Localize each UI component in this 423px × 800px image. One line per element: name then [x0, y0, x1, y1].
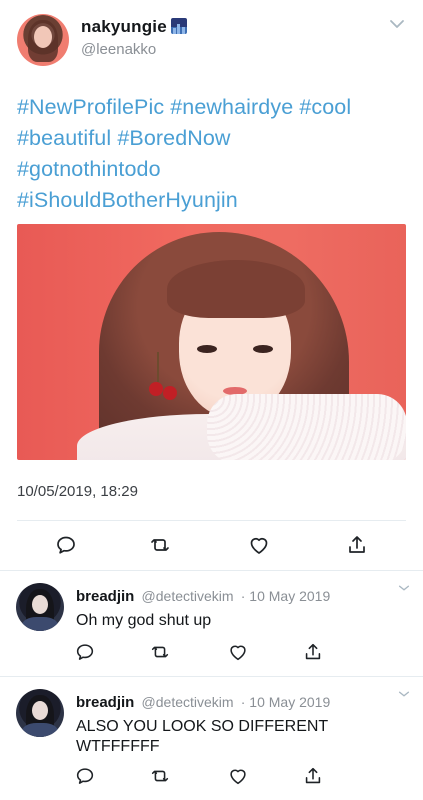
photo-eye [197, 345, 217, 353]
photo-cherry [149, 382, 163, 396]
hashtag-line[interactable]: #iShouldBotherHyunjin [17, 185, 412, 216]
avatar-face [32, 701, 48, 720]
retweet-icon[interactable] [148, 533, 172, 557]
name-row: nakyungie [81, 17, 187, 37]
reply-date: · 10 May 2019 [240, 694, 331, 710]
reply-handle[interactable]: @detectivekim [142, 588, 234, 604]
reply-display-name[interactable]: breadjin [76, 694, 134, 711]
chevron-down-icon[interactable] [389, 16, 405, 32]
reply-icon[interactable] [74, 765, 96, 787]
reply-avatar[interactable] [16, 583, 64, 631]
reply-icon[interactable] [54, 533, 78, 557]
reply-text: Oh my god shut up [76, 612, 212, 629]
avatar-face [32, 595, 48, 614]
reply-text: ALSO YOU LOOK SO DIFFERENT WTFFFFFF [76, 718, 328, 755]
photo-cherry-stem [157, 352, 159, 382]
like-icon[interactable] [227, 765, 249, 787]
retweet-icon[interactable] [149, 765, 171, 787]
reply-meta: breadjin @detectivekim · 10 May 2019 [76, 588, 330, 605]
share-icon[interactable] [302, 641, 324, 663]
main-tweet: nakyungie @leenakko #NewProfilePic #newh… [0, 0, 423, 570]
avatar-face [34, 26, 52, 48]
tweet-timestamp[interactable]: 10/05/2019, 18:29 [17, 483, 138, 500]
divider [17, 520, 406, 521]
reply-tweet: breadjin @detectivekim · 10 May 2019 ALS… [0, 679, 423, 800]
hashtag-line[interactable]: #beautiful #BoredNow [17, 123, 412, 154]
avatar-shoulders [22, 617, 58, 631]
photo-arm [207, 394, 406, 460]
hashtag-line[interactable]: #NewProfilePic #newhairdye #cool [17, 92, 412, 123]
user-handle[interactable]: @leenakko [81, 41, 156, 58]
reply-meta: breadjin @detectivekim · 10 May 2019 [76, 694, 330, 711]
chevron-down-icon[interactable] [397, 581, 411, 595]
tweet-text: #NewProfilePic #newhairdye #cool #beauti… [17, 92, 412, 216]
photo-eye [253, 345, 273, 353]
divider [0, 570, 423, 571]
reply-date: · 10 May 2019 [240, 588, 331, 604]
retweet-icon[interactable] [149, 641, 171, 663]
photo-bangs [167, 260, 305, 318]
tweet-photo[interactable] [17, 224, 406, 460]
night-city-emoji-icon [170, 18, 187, 34]
reply-avatar[interactable] [16, 689, 64, 737]
like-icon[interactable] [227, 641, 249, 663]
reply-handle[interactable]: @detectivekim [142, 694, 234, 710]
like-icon[interactable] [247, 533, 271, 557]
reply-tweet: breadjin @detectivekim · 10 May 2019 Oh … [0, 573, 423, 683]
reply-display-name[interactable]: breadjin [76, 588, 134, 605]
display-name[interactable]: nakyungie [81, 17, 167, 37]
reply-icon[interactable] [74, 641, 96, 663]
hashtag-line[interactable]: #gotnothintodo [17, 154, 412, 185]
divider [0, 676, 423, 677]
chevron-down-icon[interactable] [397, 687, 411, 701]
photo-cherry [163, 386, 177, 400]
avatar-shoulders [22, 723, 58, 737]
share-icon[interactable] [302, 765, 324, 787]
share-icon[interactable] [345, 533, 369, 557]
profile-avatar[interactable] [17, 14, 69, 66]
